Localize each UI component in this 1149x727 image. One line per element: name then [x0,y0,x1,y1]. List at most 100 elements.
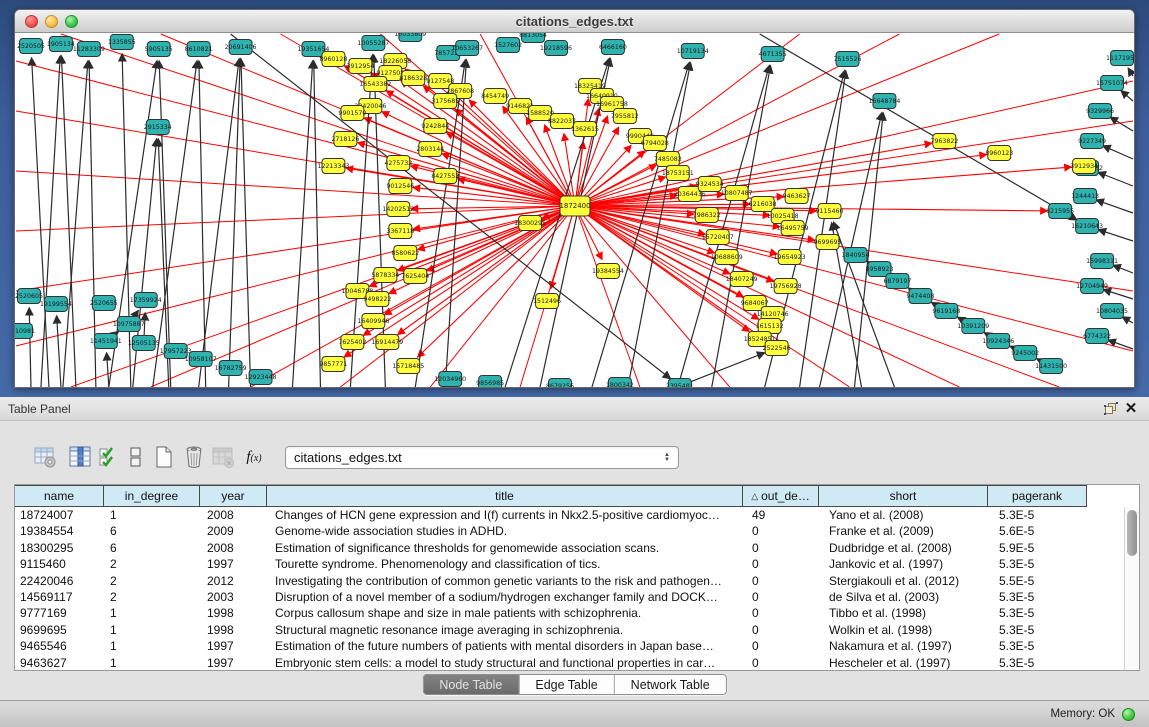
table-cell[interactable]: 9699695 [15,622,105,638]
graph-node-teal[interactable]: 12923448 [245,370,277,385]
table-cell[interactable]: 5.3E-5 [994,589,1094,605]
graph-edge[interactable] [16,171,575,206]
graph-node-yellow[interactable]: 3912954 [346,59,374,74]
graph-node-teal[interactable]: 8679256 [546,379,574,389]
table-cell[interactable]: 6 [105,540,202,556]
table-cell[interactable]: Dudbridge et al. (2008) [824,540,994,556]
table-cell[interactable]: 2009 [202,523,270,539]
graph-edge[interactable] [314,61,321,387]
graph-node-yellow[interactable]: 16914479 [371,335,403,350]
graph-node-yellow[interactable]: 9901570 [338,106,366,121]
graph-node-yellow[interactable]: 9242844 [421,119,449,134]
table-cell[interactable]: Yano et al. (2008) [824,507,994,523]
table-cell[interactable]: Embryonic stem cells: a model to study s… [270,655,747,671]
graph-node-teal[interactable]: 10975887 [113,317,145,332]
graph-edge[interactable] [153,61,197,387]
graph-edge[interactable] [1121,91,1133,101]
table-select-dropdown[interactable]: citations_edges.txt ▲▼ [285,446,679,469]
graph-edge[interactable] [32,58,49,387]
graph-node-teal[interactable]: 17359924 [130,293,162,308]
column-header-in_degree[interactable]: in_degree [103,485,200,507]
graph-node-teal[interactable]: 6774322 [1083,329,1111,344]
graph-node-teal[interactable]: 15751074 [1096,76,1128,91]
tab-network-table[interactable]: Network Table [615,675,726,694]
table-cell[interactable]: 2012 [202,573,270,589]
table-cell[interactable]: 5.3E-5 [994,556,1094,572]
graph-node-yellow[interactable]: 9699695 [814,235,842,250]
table-cell[interactable]: 5.3E-5 [994,605,1094,621]
graph-node-teal[interactable]: 10804035 [1096,304,1128,319]
select-columns-icon[interactable] [95,443,123,471]
table-cell[interactable]: 6 [105,523,202,539]
minimize-window-button[interactable] [45,15,58,28]
graph-node-yellow[interactable]: 19654923 [774,250,806,265]
graph-node-yellow[interactable]: 4275732 [384,156,412,171]
table-cell[interactable]: Disruption of a novel member of a sodium… [270,589,747,605]
graph-node-yellow[interactable]: 12213343 [317,159,349,174]
graph-edge[interactable] [1122,317,1133,323]
graph-node-teal[interactable]: 10391209 [957,319,989,334]
table-row[interactable]: 2242004622012Investigating the contribut… [15,573,1139,589]
graph-edge[interactable] [107,353,109,387]
graph-node-teal[interactable]: 1244413 [1071,189,1099,204]
table-cell[interactable]: 9465546 [15,638,105,654]
table-row[interactable]: 1456911722003Disruption of a novel membe… [15,589,1139,605]
graph-node-teal[interactable]: 1527602 [494,38,522,53]
table-cell[interactable]: 19384554 [15,523,105,539]
graph-node-teal[interactable]: 9856985 [476,376,504,389]
graph-node-teal[interactable]: 10719134 [677,44,709,59]
table-cell[interactable]: 1 [105,507,202,523]
graph-node-teal[interactable]: 12505135 [128,336,160,351]
table-cell[interactable]: 0 [747,540,824,556]
table-row[interactable]: 977716911998Corpus callosum shape and si… [15,605,1139,621]
table-cell[interactable]: 1 [105,655,202,671]
graph-node-teal[interactable]: 1905134 [47,37,75,52]
graph-node-teal[interactable]: 8813054 [519,33,547,43]
table-row[interactable]: 946554611997Estimation of the future num… [15,638,1139,654]
graph-node-teal[interactable]: 12034960 [434,372,466,387]
table-cell[interactable]: 5.9E-5 [994,540,1094,556]
graph-node-teal[interactable]: 9619168 [932,304,960,319]
table-cell[interactable]: 1997 [202,655,270,671]
float-panel-icon[interactable] [1101,400,1121,418]
table-cell[interactable]: Corpus callosum shape and size in male p… [270,605,747,621]
graph-node-teal[interactable]: 9474408 [906,289,934,304]
graph-edge[interactable] [122,54,131,387]
table-cell[interactable]: Hescheler et al. (1997) [824,655,994,671]
graph-node-teal[interactable]: 11283309 [73,42,105,57]
table-cell[interactable]: 1 [105,605,202,621]
function-builder-icon[interactable]: f(x) [240,443,268,471]
graph-node-yellow[interactable]: 7963822 [930,134,958,149]
table-cell[interactable]: 0 [747,655,824,671]
graph-edge[interactable] [1103,146,1133,159]
graph-node-yellow[interactable]: 9115460 [816,204,844,219]
table-cell[interactable]: Investigating the contribution of common… [270,573,747,589]
graph-node-yellow[interactable]: 9012546 [386,179,414,194]
graph-edge[interactable] [834,222,895,387]
table-row[interactable]: 1938455462009Genome-wide association stu… [15,523,1139,539]
table-cell[interactable]: 2008 [202,507,270,523]
table-cell[interactable]: 5.3E-5 [994,622,1094,638]
graph-node-teal[interactable]: 8610821 [185,42,213,57]
graph-edge[interactable] [575,155,986,206]
graph-node-yellow[interactable]: 8454749 [481,89,509,104]
tab-node-table[interactable]: Node Table [423,675,519,694]
table-cell[interactable]: 18300295 [15,540,105,556]
graph-node-teal[interactable]: 11171955 [1106,51,1134,66]
graph-node-yellow[interactable]: 7485083 [654,152,682,167]
graph-node-yellow[interactable]: 16495759 [777,221,809,236]
graph-node-teal[interactable]: 10055287 [357,36,389,51]
graph-node-teal[interactable]: 6879197 [883,274,911,289]
table-cell[interactable]: 1 [105,638,202,654]
graph-node-yellow[interactable]: 9857771 [319,357,347,372]
table-cell[interactable]: 0 [747,605,824,621]
column-header-short[interactable]: short [818,485,988,507]
table-cell[interactable]: Structural magnetic resonance image aver… [270,622,747,638]
graph-node-yellow[interactable]: 1872400 [559,196,590,216]
table-cell[interactable]: 1998 [202,605,270,621]
graph-node-yellow[interactable]: 19756928 [770,279,802,294]
graph-node-teal[interactable]: 19218596 [540,41,572,56]
table-cell[interactable]: 0 [747,622,824,638]
graph-node-yellow[interactable]: 1512496 [533,294,561,309]
graph-node-teal[interactable]: 9245002 [1011,346,1039,361]
